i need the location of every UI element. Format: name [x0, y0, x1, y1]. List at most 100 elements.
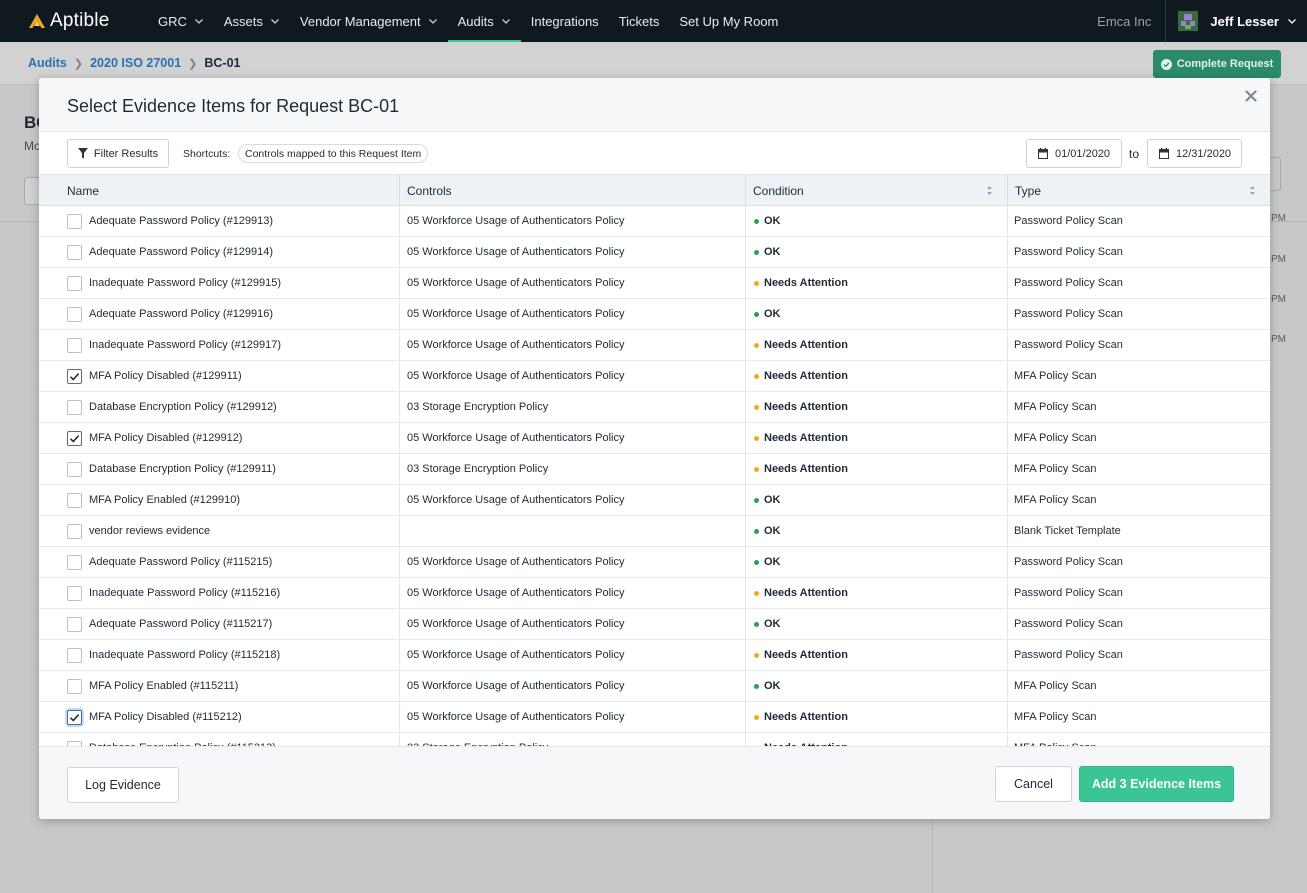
modal-footer: Log Evidence Cancel Add 3 Evidence Items [39, 746, 1270, 819]
evidence-name: vendor reviews evidence [89, 525, 211, 537]
add-evidence-items-button[interactable]: Add 3 Evidence Items [1079, 766, 1234, 802]
nav-item-assets[interactable]: Assets [214, 0, 290, 42]
chevron-right-icon: ❯ [188, 57, 198, 70]
row-checkbox[interactable] [67, 275, 82, 291]
breadcrumb-audits[interactable]: Audits [28, 56, 67, 70]
sort-icon[interactable] [986, 185, 993, 196]
row-checkbox[interactable] [67, 213, 82, 229]
calendar-icon [1038, 148, 1048, 159]
row-checkbox[interactable] [67, 368, 82, 384]
table-row[interactable]: MFA Policy Enabled (#129910) 05 Workforce… [39, 485, 1270, 516]
complete-request-button[interactable]: Complete Request [1153, 50, 1281, 78]
evidence-control-cell: 05 Workforce Usage of Authenticators Pol… [407, 587, 625, 599]
chevron-down-icon [1288, 19, 1296, 24]
row-checkbox[interactable] [67, 244, 82, 260]
cancel-button[interactable]: Cancel [995, 766, 1072, 802]
table-row[interactable]: Database Encryption Policy (#115213) 03 S… [39, 733, 1270, 746]
row-checkbox[interactable] [67, 523, 82, 539]
status-label: OK [764, 494, 781, 506]
table-row[interactable]: Inadequate Password Policy (#115216) 05 W… [39, 578, 1270, 609]
user-menu[interactable]: Jeff Lesser [1166, 0, 1307, 42]
nav-item-grc[interactable]: GRC [148, 0, 214, 42]
filter-results-label: Filter Results [93, 147, 159, 160]
evidence-name: Inadequate Password Policy (#129917) [89, 339, 282, 351]
close-icon[interactable] [1244, 89, 1258, 103]
table-row[interactable]: Adequate Password Policy (#129914) 05 Wor… [39, 237, 1270, 268]
org-switcher[interactable]: Emca Inc [1097, 14, 1165, 29]
evidence-name: MFA Policy Disabled (#115212) [89, 711, 242, 723]
date-range-separator: to [1129, 147, 1140, 161]
status-dot-icon [754, 621, 759, 627]
row-checkbox[interactable] [67, 461, 82, 477]
table-row[interactable]: Adequate Password Policy (#129913) 05 Wor… [39, 206, 1270, 237]
row-checkbox[interactable] [67, 585, 82, 601]
evidence-control-cell: 05 Workforce Usage of Authenticators Pol… [407, 370, 625, 382]
check-circle-icon [1160, 58, 1172, 70]
select-evidence-modal: Select Evidence Items for Request BC-01 … [39, 78, 1270, 819]
brand-logo[interactable]: Aptible [0, 0, 120, 42]
activity-time: PM [1271, 294, 1286, 305]
evidence-type-cell: MFA Policy Scan [1014, 733, 1097, 746]
row-checkbox[interactable] [67, 492, 82, 508]
nav-item-vendor-management[interactable]: Vendor Management [290, 0, 448, 42]
evidence-condition-cell: Needs Attention [754, 361, 848, 391]
evidence-type-cell: MFA Policy Scan [1014, 680, 1097, 692]
sort-icon[interactable] [1249, 185, 1256, 196]
shortcuts-label: Shortcuts: [183, 148, 231, 160]
table-row[interactable]: Database Encryption Policy (#129911) 03 S… [39, 454, 1270, 485]
log-evidence-button[interactable]: Log Evidence [67, 767, 179, 803]
table-row[interactable]: Adequate Password Policy (#115215) 05 Wor… [39, 547, 1270, 578]
row-checkbox[interactable] [67, 430, 82, 446]
evidence-name-cell: Adequate Password Policy (#129916) [67, 299, 273, 329]
evidence-control-cell: 05 Workforce Usage of Authenticators Pol… [407, 649, 625, 661]
row-checkbox[interactable] [67, 616, 82, 632]
table-row[interactable]: vendor reviews evidence OK Blank Ticket Te… [39, 516, 1270, 547]
table-row[interactable]: MFA Policy Disabled (#129912) 05 Workforc… [39, 423, 1270, 454]
row-checkbox[interactable] [67, 306, 82, 322]
status-label: OK [764, 525, 781, 537]
status-dot-icon [754, 683, 759, 689]
table-row[interactable]: Inadequate Password Policy (#115218) 05 W… [39, 640, 1270, 671]
table-row[interactable]: Database Encryption Policy (#129912) 03 S… [39, 392, 1270, 423]
date-to-input[interactable]: 12/31/2020 [1147, 139, 1242, 168]
nav-item-set-up-my-room[interactable]: Set Up My Room [669, 0, 788, 42]
evidence-type-cell: MFA Policy Scan [1014, 401, 1097, 413]
table-row[interactable]: MFA Policy Enabled (#115211) 05 Workforce… [39, 671, 1270, 702]
table-row[interactable]: MFA Policy Disabled (#115212) 05 Workforc… [39, 702, 1270, 733]
date-from-value: 01/01/2020 [1055, 147, 1111, 160]
table-row[interactable]: Adequate Password Policy (#129916) 05 Wor… [39, 299, 1270, 330]
row-checkbox[interactable] [67, 554, 82, 570]
table-row[interactable]: Inadequate Password Policy (#129917) 05 W… [39, 330, 1270, 361]
calendar-icon [1159, 148, 1169, 159]
table-row[interactable]: Adequate Password Policy (#115217) 05 Wor… [39, 609, 1270, 640]
column-header-controls[interactable]: Controls [399, 175, 745, 206]
row-checkbox[interactable] [67, 647, 82, 663]
status-dot-icon [754, 342, 759, 348]
row-checkbox[interactable] [67, 337, 82, 353]
evidence-control-cell: 03 Storage Encryption Policy [407, 401, 549, 413]
table-row[interactable]: Inadequate Password Policy (#129915) 05 W… [39, 268, 1270, 299]
evidence-type-cell: Password Policy Scan [1014, 587, 1123, 599]
column-header-name[interactable]: Name [67, 175, 399, 206]
evidence-name-cell: Inadequate Password Policy (#115216) [67, 578, 280, 608]
evidence-condition-cell: Needs Attention [754, 578, 848, 608]
row-checkbox[interactable] [67, 709, 82, 725]
evidence-condition-cell: Needs Attention [754, 702, 848, 732]
table-row[interactable]: MFA Policy Disabled (#129911) 05 Workforc… [39, 361, 1270, 392]
row-checkbox[interactable] [67, 399, 82, 415]
column-header-condition[interactable]: Condition [745, 175, 1007, 206]
shortcut-chip-controls[interactable]: Controls mapped to this Request Item [238, 144, 429, 163]
evidence-control-cell: 05 Workforce Usage of Authenticators Pol… [407, 339, 625, 351]
filter-results-button[interactable]: Filter Results [67, 139, 169, 168]
nav-item-tickets[interactable]: Tickets [609, 0, 670, 42]
row-checkbox[interactable] [67, 678, 82, 694]
evidence-type-cell: MFA Policy Scan [1014, 711, 1097, 723]
chevron-down-icon [270, 19, 279, 24]
evidence-table-body[interactable]: Adequate Password Policy (#129913) 05 Wor… [39, 206, 1270, 746]
nav-item-audits[interactable]: Audits [447, 0, 521, 42]
column-header-type[interactable]: Type [1007, 175, 1270, 206]
nav-item-integrations[interactable]: Integrations [521, 0, 609, 42]
date-from-input[interactable]: 01/01/2020 [1026, 139, 1122, 168]
breadcrumb-audit[interactable]: 2020 ISO 27001 [90, 56, 181, 70]
nav-item-label: Assets [223, 13, 263, 29]
